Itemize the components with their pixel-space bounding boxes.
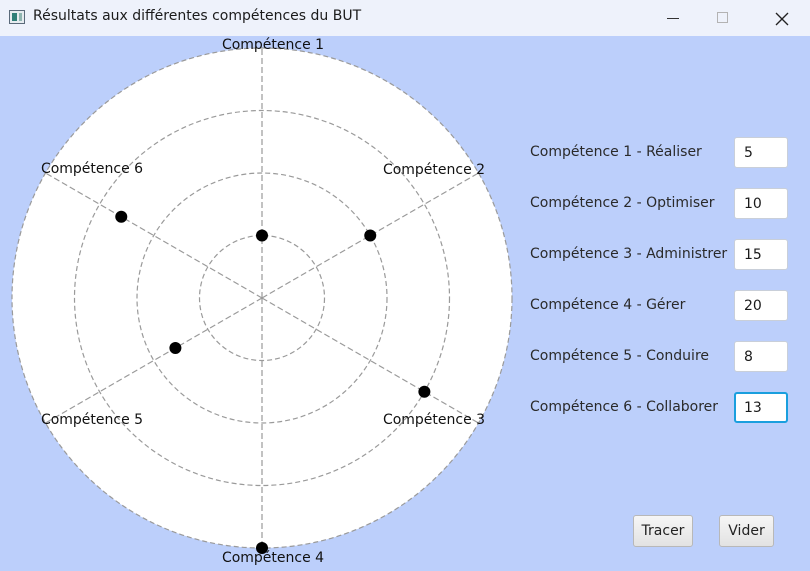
competence-4-input[interactable]: [734, 290, 788, 321]
competence-5-label: Compétence 5 - Conduire: [530, 348, 709, 364]
app-window: Résultats aux différentes compétences du…: [0, 0, 810, 571]
competence-2-label: Compétence 2 - Optimiser: [530, 195, 715, 211]
radar-chart: Compétence 1 Compétence 2 Compétence 3 Comp…: [11, 37, 513, 566]
tracer-button[interactable]: Tracer: [633, 515, 693, 547]
radar-axis-label-1: Compétence 1: [222, 37, 324, 53]
vider-button[interactable]: Vider: [719, 515, 774, 547]
radar-point-6: [115, 210, 128, 223]
radar-axis-label-2: Compétence 2: [383, 162, 485, 178]
competence-3-input[interactable]: [734, 239, 788, 270]
competence-6-label: Compétence 6 - Collaborer: [530, 399, 719, 415]
competence-5-input[interactable]: [734, 341, 788, 372]
competence-2-input[interactable]: [734, 188, 788, 219]
competence-4-label: Compétence 4 - Gérer: [530, 297, 686, 313]
radar-axis-label-6: Compétence 6: [41, 161, 143, 177]
radar-point-5: [169, 342, 182, 354]
radar-axis-label-5: Compétence 5: [41, 412, 143, 428]
radar-point-2: [364, 229, 377, 242]
competence-3-label: Compétence 3 - Administrer: [530, 246, 728, 262]
radar-axis-label-3: Compétence 3: [383, 412, 485, 428]
competence-1-label: Compétence 1 - Réaliser: [530, 144, 702, 160]
radar-point-1: [256, 229, 268, 242]
competence-6-input[interactable]: [734, 392, 788, 423]
radar-point-3: [418, 385, 431, 398]
radar-axis-label-4: Compétence 4: [222, 550, 324, 566]
competence-1-input[interactable]: [734, 137, 788, 168]
